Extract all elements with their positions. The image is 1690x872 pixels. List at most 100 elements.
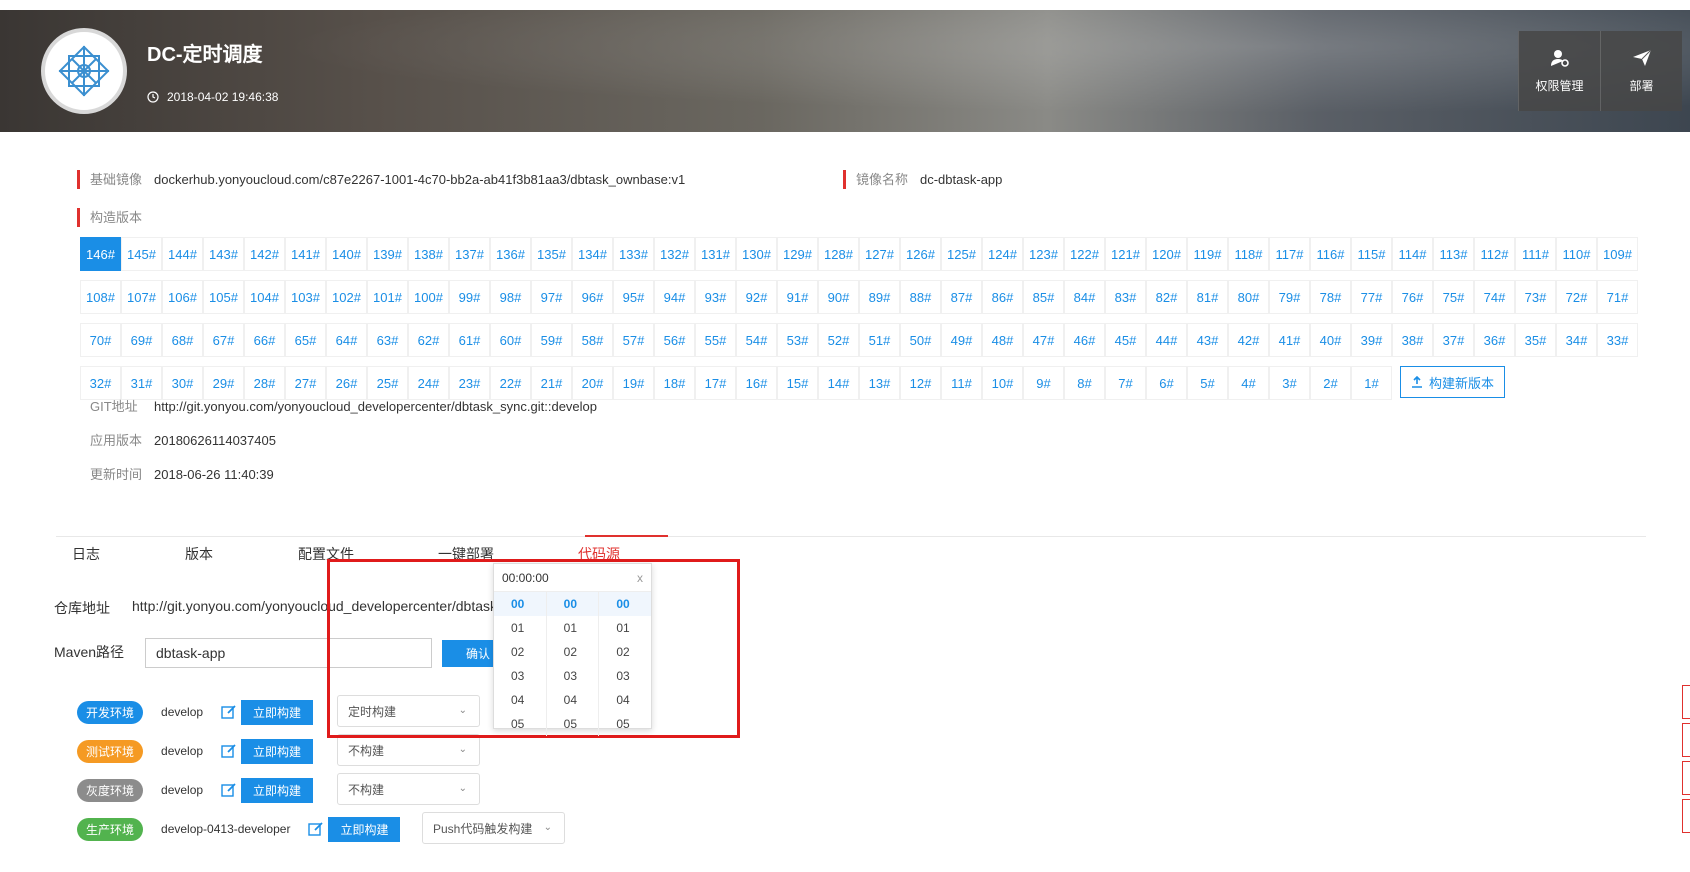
version-item[interactable]: 123# <box>1023 237 1064 271</box>
version-item[interactable]: 111# <box>1515 237 1556 271</box>
version-item[interactable]: 119# <box>1187 237 1228 271</box>
version-item[interactable]: 14# <box>818 366 859 400</box>
version-item[interactable]: 127# <box>859 237 900 271</box>
time-picker-minute-option[interactable]: 04 <box>547 688 599 712</box>
tab-version[interactable]: 版本 <box>185 544 213 564</box>
version-item[interactable]: 110# <box>1556 237 1597 271</box>
version-item[interactable]: 97# <box>531 280 572 314</box>
version-item[interactable]: 112# <box>1474 237 1515 271</box>
version-item[interactable]: 145# <box>121 237 162 271</box>
version-item[interactable]: 70# <box>80 323 121 357</box>
version-item[interactable]: 72# <box>1556 280 1597 314</box>
version-item[interactable]: 25# <box>367 366 408 400</box>
version-item[interactable]: 33# <box>1597 323 1638 357</box>
version-item[interactable]: 115# <box>1351 237 1392 271</box>
version-item[interactable]: 7# <box>1105 366 1146 400</box>
version-item[interactable]: 11# <box>941 366 982 400</box>
version-item[interactable]: 54# <box>736 323 777 357</box>
time-picker-minute-option[interactable]: 05 <box>547 712 599 736</box>
version-item[interactable]: 131# <box>695 237 736 271</box>
build-new-version-button[interactable]: 构建新版本 <box>1400 366 1506 398</box>
version-item[interactable]: 43# <box>1187 323 1228 357</box>
version-item[interactable]: 67# <box>203 323 244 357</box>
version-item[interactable]: 64# <box>326 323 367 357</box>
version-item[interactable]: 80# <box>1228 280 1269 314</box>
version-item[interactable]: 137# <box>449 237 490 271</box>
version-item[interactable]: 69# <box>121 323 162 357</box>
version-item[interactable]: 17# <box>695 366 736 400</box>
build-now-button-dev[interactable]: 立即构建 <box>241 699 314 725</box>
version-item[interactable]: 57# <box>613 323 654 357</box>
time-picker-second-option[interactable]: 04 <box>599 688 651 712</box>
time-picker-minute-option[interactable]: 02 <box>547 640 599 664</box>
version-item[interactable]: 107# <box>121 280 162 314</box>
version-item[interactable]: 87# <box>941 280 982 314</box>
version-item[interactable]: 31# <box>121 366 162 400</box>
version-item[interactable]: 12# <box>900 366 941 400</box>
version-item[interactable]: 130# <box>736 237 777 271</box>
version-item[interactable]: 92# <box>736 280 777 314</box>
time-picker-second-option[interactable]: 03 <box>599 664 651 688</box>
version-item[interactable]: 68# <box>162 323 203 357</box>
version-item[interactable]: 144# <box>162 237 203 271</box>
version-item[interactable]: 48# <box>982 323 1023 357</box>
edit-icon[interactable] <box>221 782 237 798</box>
version-item[interactable]: 19# <box>613 366 654 400</box>
version-item[interactable]: 29# <box>203 366 244 400</box>
version-item[interactable]: 146# <box>80 237 121 271</box>
version-item[interactable]: 126# <box>900 237 941 271</box>
version-item[interactable]: 125# <box>941 237 982 271</box>
version-item[interactable]: 53# <box>777 323 818 357</box>
version-item[interactable]: 66# <box>244 323 285 357</box>
time-picker-second-option[interactable]: 05 <box>599 712 651 736</box>
version-item[interactable]: 20# <box>572 366 613 400</box>
version-item[interactable]: 77# <box>1351 280 1392 314</box>
time-picker-minute-option[interactable]: 03 <box>547 664 599 688</box>
version-item[interactable]: 109# <box>1597 237 1638 271</box>
version-item[interactable]: 133# <box>613 237 654 271</box>
edit-icon[interactable] <box>308 821 324 837</box>
version-item[interactable]: 100# <box>408 280 449 314</box>
version-item[interactable]: 95# <box>613 280 654 314</box>
version-item[interactable]: 105# <box>203 280 244 314</box>
edit-icon[interactable] <box>221 743 237 759</box>
version-item[interactable]: 90# <box>818 280 859 314</box>
time-picker-second-option[interactable]: 01 <box>599 616 651 640</box>
version-item[interactable]: 78# <box>1310 280 1351 314</box>
version-item[interactable]: 79# <box>1269 280 1310 314</box>
version-item[interactable]: 47# <box>1023 323 1064 357</box>
version-item[interactable]: 44# <box>1146 323 1187 357</box>
time-picker-minute-option[interactable]: 01 <box>547 616 599 640</box>
version-item[interactable]: 73# <box>1515 280 1556 314</box>
time-picker-minute-option[interactable]: 00 <box>546 592 599 616</box>
version-item[interactable]: 143# <box>203 237 244 271</box>
version-item[interactable]: 24# <box>408 366 449 400</box>
version-item[interactable]: 142# <box>244 237 285 271</box>
version-item[interactable]: 34# <box>1556 323 1597 357</box>
version-item[interactable]: 49# <box>941 323 982 357</box>
version-item[interactable]: 135# <box>531 237 572 271</box>
version-item[interactable]: 103# <box>285 280 326 314</box>
version-item[interactable]: 102# <box>326 280 367 314</box>
version-item[interactable]: 3# <box>1269 366 1310 400</box>
build-now-button-prod[interactable]: 立即构建 <box>328 816 401 842</box>
version-item[interactable]: 96# <box>572 280 613 314</box>
time-picker-hour-option[interactable]: 01 <box>494 616 546 640</box>
build-now-button-test[interactable]: 立即构建 <box>241 738 314 764</box>
permission-manage-button[interactable]: 权限管理 <box>1518 31 1600 111</box>
version-item[interactable]: 134# <box>572 237 613 271</box>
trigger-select-test[interactable]: 不构建 ⌄ <box>337 734 480 766</box>
version-item[interactable]: 13# <box>859 366 900 400</box>
version-item[interactable]: 113# <box>1433 237 1474 271</box>
version-item[interactable]: 128# <box>818 237 859 271</box>
version-item[interactable]: 38# <box>1392 323 1433 357</box>
version-item[interactable]: 62# <box>408 323 449 357</box>
version-item[interactable]: 98# <box>490 280 531 314</box>
version-item[interactable]: 58# <box>572 323 613 357</box>
time-picker-hour-option[interactable]: 04 <box>494 688 546 712</box>
version-item[interactable]: 45# <box>1105 323 1146 357</box>
version-item[interactable]: 4# <box>1228 366 1269 400</box>
version-item[interactable]: 94# <box>654 280 695 314</box>
version-item[interactable]: 84# <box>1064 280 1105 314</box>
version-item[interactable]: 91# <box>777 280 818 314</box>
